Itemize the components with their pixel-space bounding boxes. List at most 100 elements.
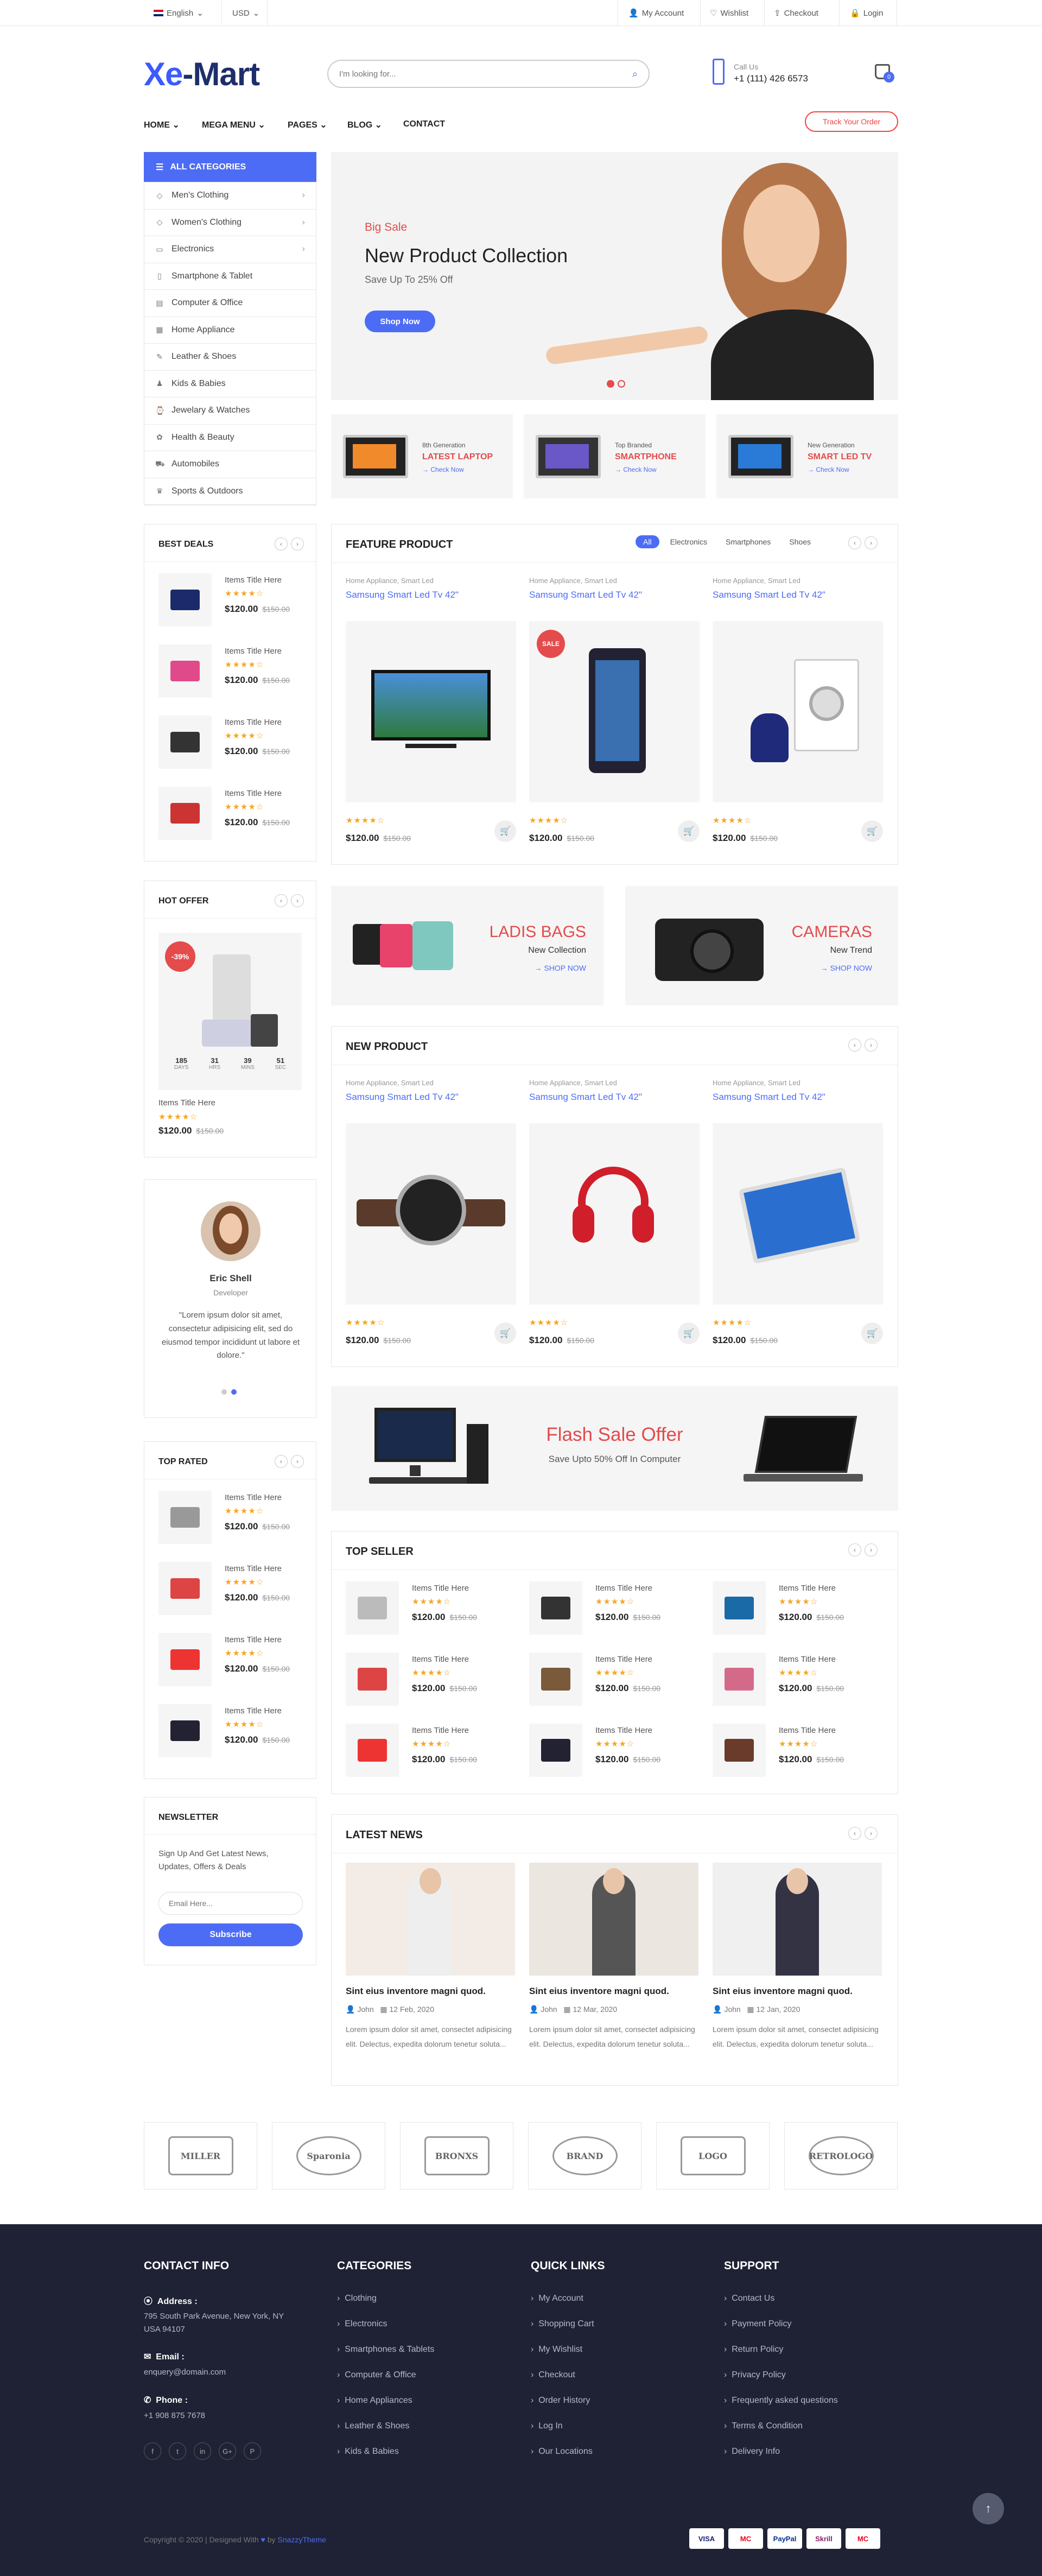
nav-blog[interactable]: BLOG ⌄ xyxy=(347,119,382,130)
brand-logo[interactable]: BRONXS xyxy=(400,2122,513,2189)
footer-link[interactable]: › Clothing xyxy=(337,2294,377,2303)
footer-link[interactable]: › Home Appliances xyxy=(337,2396,412,2406)
shop-now-link[interactable]: → SHOP NOW xyxy=(535,964,586,972)
category-item[interactable]: ⌚ Jewelary & Watches xyxy=(144,397,316,425)
nav-mega-menu[interactable]: MEGA MENU ⌄ xyxy=(202,119,265,130)
product-title[interactable]: Items Title Here xyxy=(779,1655,836,1664)
footer-link[interactable]: › Electronics xyxy=(337,2319,387,2329)
footer-link[interactable]: › My Account xyxy=(531,2294,583,2303)
add-to-cart-button[interactable]: 🛒 xyxy=(678,1322,700,1344)
ladies-bags-banner[interactable]: LADIS BAGS New Collection → SHOP NOW xyxy=(331,886,603,1005)
footer-link[interactable]: › Return Policy xyxy=(724,2345,783,2355)
footer-link[interactable]: › Terms & Condition xyxy=(724,2421,803,2431)
product-name[interactable]: Samsung Smart Led Tv 42" xyxy=(529,590,642,600)
tab-all[interactable]: All xyxy=(636,535,659,548)
product-title[interactable]: Items Title Here xyxy=(412,1584,469,1593)
product-thumbnail[interactable] xyxy=(529,1653,582,1706)
news-image[interactable] xyxy=(529,1863,698,1976)
category-item[interactable]: ◇ Men's Clothing › xyxy=(144,182,316,210)
brand-logo[interactable]: BRAND xyxy=(528,2122,641,2189)
product-title[interactable]: Items Title Here xyxy=(595,1655,652,1664)
footer-link[interactable]: › Checkout xyxy=(531,2370,575,2380)
promo-card[interactable]: Top Branded SMARTPHONE → Check Now xyxy=(524,414,706,498)
footer-link[interactable]: › Kids & Babies xyxy=(337,2447,399,2457)
social-icon[interactable]: P xyxy=(244,2442,261,2460)
product-name[interactable]: Samsung Smart Led Tv 42" xyxy=(346,590,459,600)
brand-logo[interactable]: Sparonia xyxy=(272,2122,385,2189)
product-title[interactable]: Items Title Here xyxy=(225,1635,282,1644)
search-icon[interactable]: ⌕ xyxy=(632,68,638,80)
slider-dot-active[interactable] xyxy=(607,380,614,388)
product-title[interactable]: Items Title Here xyxy=(225,575,282,585)
product-thumbnail[interactable] xyxy=(158,716,212,769)
best-deals-arrows[interactable]: ‹ › xyxy=(275,537,304,550)
product-image[interactable]: SALE xyxy=(529,621,700,802)
category-item[interactable]: ✿ Health & Beauty xyxy=(144,425,316,451)
currency-selector[interactable]: USD ⌄ xyxy=(232,0,259,26)
product-image[interactable] xyxy=(713,621,883,802)
footer-link[interactable]: › My Wishlist xyxy=(531,2345,582,2355)
slider-dot[interactable] xyxy=(618,380,625,388)
product-thumbnail[interactable] xyxy=(713,1581,766,1635)
footer-link[interactable]: › Leather & Shoes xyxy=(337,2421,409,2431)
product-thumbnail[interactable] xyxy=(713,1724,766,1777)
product-thumbnail[interactable] xyxy=(158,1633,212,1686)
search-input[interactable] xyxy=(339,69,632,79)
footer-link[interactable]: › Smartphones & Tablets xyxy=(337,2345,434,2355)
news-title[interactable]: Sint eius inventore magni quod. xyxy=(346,1986,486,1997)
product-thumbnail[interactable] xyxy=(158,644,212,698)
back-to-top-button[interactable]: ↑ xyxy=(973,2493,1004,2524)
language-selector[interactable]: English ⌄ xyxy=(154,0,204,26)
product-thumbnail[interactable] xyxy=(713,1653,766,1706)
product-name[interactable]: Samsung Smart Led Tv 42" xyxy=(713,590,825,600)
product-thumbnail[interactable] xyxy=(158,787,212,840)
tab-smartphones[interactable]: Smartphones xyxy=(718,535,778,548)
footer-link[interactable]: › Shopping Cart xyxy=(531,2319,594,2329)
add-to-cart-button[interactable]: 🛒 xyxy=(678,820,700,842)
product-thumbnail[interactable] xyxy=(346,1724,399,1777)
phone-number[interactable]: +1 (111) 426 6573 xyxy=(734,73,808,84)
product-category[interactable]: Home Appliance, Smart Led xyxy=(529,1079,617,1087)
slider-dot-active[interactable] xyxy=(231,1389,237,1395)
add-to-cart-button[interactable]: 🛒 xyxy=(861,820,883,842)
product-category[interactable]: Home Appliance, Smart Led xyxy=(346,577,434,585)
product-category[interactable]: Home Appliance, Smart Led xyxy=(529,577,617,585)
footer-link[interactable]: › Privacy Policy xyxy=(724,2370,786,2380)
brand-logo[interactable]: MILLER xyxy=(144,2122,257,2189)
all-categories-header[interactable]: ☰ ALL CATEGORIES xyxy=(144,152,316,182)
news-image[interactable] xyxy=(713,1863,882,1976)
shop-now-button[interactable]: Shop Now xyxy=(365,311,435,332)
product-thumbnail[interactable] xyxy=(529,1724,582,1777)
product-category[interactable]: Home Appliance, Smart Led xyxy=(346,1079,434,1087)
add-to-cart-button[interactable]: 🛒 xyxy=(494,820,516,842)
product-thumbnail[interactable] xyxy=(158,1704,212,1757)
author-link[interactable]: SnazzyTheme xyxy=(277,2535,326,2544)
footer-link[interactable]: › Payment Policy xyxy=(724,2319,791,2329)
logo[interactable]: Xe-Mart xyxy=(144,55,260,93)
category-item[interactable]: ◇ Women's Clothing › xyxy=(144,210,316,236)
cameras-banner[interactable]: CAMERAS New Trend → SHOP NOW xyxy=(625,886,898,1005)
footer-link[interactable]: › Our Locations xyxy=(531,2447,593,2457)
subscribe-button[interactable]: Subscribe xyxy=(158,1923,303,1946)
category-item[interactable]: ⛟ Automobiles xyxy=(144,451,316,478)
footer-link[interactable]: › Contact Us xyxy=(724,2294,774,2303)
product-name[interactable]: Samsung Smart Led Tv 42" xyxy=(529,1092,642,1103)
product-title[interactable]: Items Title Here xyxy=(225,647,282,656)
product-title[interactable]: Items Title Here xyxy=(158,1098,215,1107)
product-title[interactable]: Items Title Here xyxy=(779,1584,836,1593)
product-title[interactable]: Items Title Here xyxy=(225,718,282,727)
category-item[interactable]: ♛ Sports & Outdoors xyxy=(144,478,316,505)
email-input[interactable] xyxy=(158,1892,303,1915)
category-item[interactable]: ▤ Computer & Office xyxy=(144,290,316,317)
add-to-cart-button[interactable]: 🛒 xyxy=(494,1322,516,1344)
brand-logo[interactable]: LOGO xyxy=(656,2122,770,2189)
social-icon[interactable]: f xyxy=(144,2442,161,2460)
product-title[interactable]: Items Title Here xyxy=(595,1584,652,1593)
product-category[interactable]: Home Appliance, Smart Led xyxy=(713,577,800,585)
product-title[interactable]: Items Title Here xyxy=(779,1726,836,1735)
category-item[interactable]: ▦ Home Appliance xyxy=(144,317,316,344)
footer-link[interactable]: › Frequently asked questions xyxy=(724,2396,838,2406)
news-title[interactable]: Sint eius inventore magni quod. xyxy=(713,1986,853,1997)
nav-contact[interactable]: CONTACT xyxy=(403,119,445,129)
tab-shoes[interactable]: Shoes xyxy=(782,535,818,548)
